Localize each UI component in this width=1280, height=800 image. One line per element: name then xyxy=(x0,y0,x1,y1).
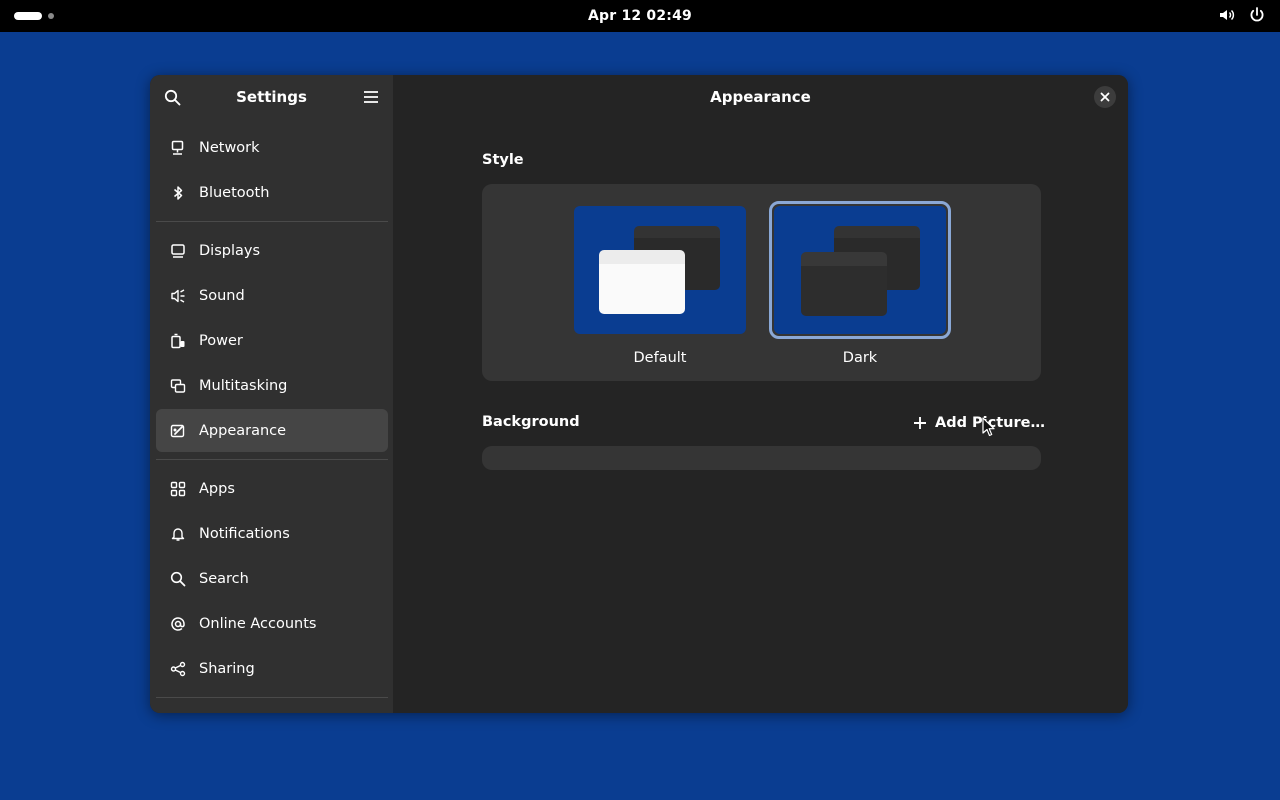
appearance-icon xyxy=(170,423,186,439)
bell-icon xyxy=(170,526,186,542)
hamburger-menu-icon[interactable] xyxy=(361,87,381,107)
bluetooth-icon xyxy=(170,185,186,201)
display-icon xyxy=(170,243,186,259)
sidebar-item-label: Apps xyxy=(199,480,235,497)
settings-window: Settings Network Bluetooth Displays Soun… xyxy=(150,75,1128,713)
selection-ring xyxy=(769,201,951,339)
add-picture-button[interactable]: Add Picture… xyxy=(913,411,1045,435)
background-gallery xyxy=(482,446,1041,470)
sidebar-item-label: Sharing xyxy=(199,660,255,677)
sidebar-item-label: Notifications xyxy=(199,525,290,542)
sidebar-item-label: Search xyxy=(199,570,249,587)
divider xyxy=(156,221,388,222)
top-bar: Apr 12 02:49 xyxy=(0,0,1280,32)
sidebar-item-label: Online Accounts xyxy=(199,615,317,632)
sidebar-item-label: Network xyxy=(199,139,260,156)
sidebar-item-notifications[interactable]: Notifications xyxy=(156,512,388,555)
divider xyxy=(156,697,388,698)
sidebar-item-search[interactable]: Search xyxy=(156,557,388,600)
sidebar-item-power[interactable]: Power xyxy=(156,319,388,362)
page-title: Appearance xyxy=(710,88,811,106)
system-tray[interactable] xyxy=(1218,6,1266,24)
activities-indicator[interactable] xyxy=(14,10,54,22)
power-icon[interactable] xyxy=(1248,6,1266,24)
speaker-icon xyxy=(170,288,186,304)
sidebar-item-label: Appearance xyxy=(199,422,287,439)
content-pane: Appearance Style Default Dark Background… xyxy=(393,75,1128,713)
style-option-default-label: Default xyxy=(633,350,687,366)
style-option-dark[interactable] xyxy=(769,201,951,339)
style-selector: Default Dark xyxy=(482,184,1041,381)
sidebar-item-displays[interactable]: Displays xyxy=(156,229,388,272)
sidebar-item-label: Bluetooth xyxy=(199,184,270,201)
background-section-label: Background xyxy=(482,414,580,430)
apps-grid-icon xyxy=(170,481,186,497)
close-icon xyxy=(1100,92,1110,102)
search-icon[interactable] xyxy=(162,87,182,107)
sidebar-item-appearance[interactable]: Appearance xyxy=(156,409,388,452)
workspace-active-indicator xyxy=(14,12,42,20)
sidebar-item-sound[interactable]: Sound xyxy=(156,274,388,317)
share-icon xyxy=(170,661,186,677)
sidebar-item-bluetooth[interactable]: Bluetooth xyxy=(156,171,388,214)
plus-icon xyxy=(914,417,926,429)
style-section-label: Style xyxy=(482,152,524,168)
sidebar-item-multitasking[interactable]: Multitasking xyxy=(156,364,388,407)
mouse-pointer-icon xyxy=(982,417,996,441)
style-option-default[interactable] xyxy=(569,202,751,338)
sidebar-item-label: Power xyxy=(199,332,243,349)
at-sign-icon xyxy=(170,616,186,632)
sidebar-title: Settings xyxy=(236,88,307,106)
sidebar-nav: Network Bluetooth Displays Sound Power M… xyxy=(156,126,388,705)
sidebar-item-label: Multitasking xyxy=(199,377,288,394)
dark-style-preview xyxy=(774,206,946,334)
sidebar-item-label: Displays xyxy=(199,242,261,259)
sidebar-item-apps[interactable]: Apps xyxy=(156,467,388,510)
clock[interactable]: Apr 12 02:49 xyxy=(588,8,692,24)
sidebar-item-sharing[interactable]: Sharing xyxy=(156,647,388,690)
battery-icon xyxy=(170,333,186,349)
sidebar-item-network[interactable]: Network xyxy=(156,126,388,169)
sidebar-item-label: Sound xyxy=(199,287,245,304)
preview-window-front xyxy=(599,250,685,314)
style-option-dark-label: Dark xyxy=(842,350,878,366)
content-header: Appearance xyxy=(393,75,1128,119)
volume-icon[interactable] xyxy=(1218,6,1236,24)
network-icon xyxy=(170,140,186,156)
sidebar-item-online-accounts[interactable]: Online Accounts xyxy=(156,602,388,645)
divider xyxy=(156,459,388,460)
default-style-preview xyxy=(574,206,746,334)
workspace-indicator xyxy=(48,13,54,19)
multitasking-icon xyxy=(170,378,186,394)
sidebar: Settings Network Bluetooth Displays Soun… xyxy=(150,75,393,713)
sidebar-header: Settings xyxy=(150,75,393,119)
search-icon xyxy=(170,571,186,587)
close-button[interactable] xyxy=(1094,86,1116,108)
preview-window-front xyxy=(801,252,887,316)
